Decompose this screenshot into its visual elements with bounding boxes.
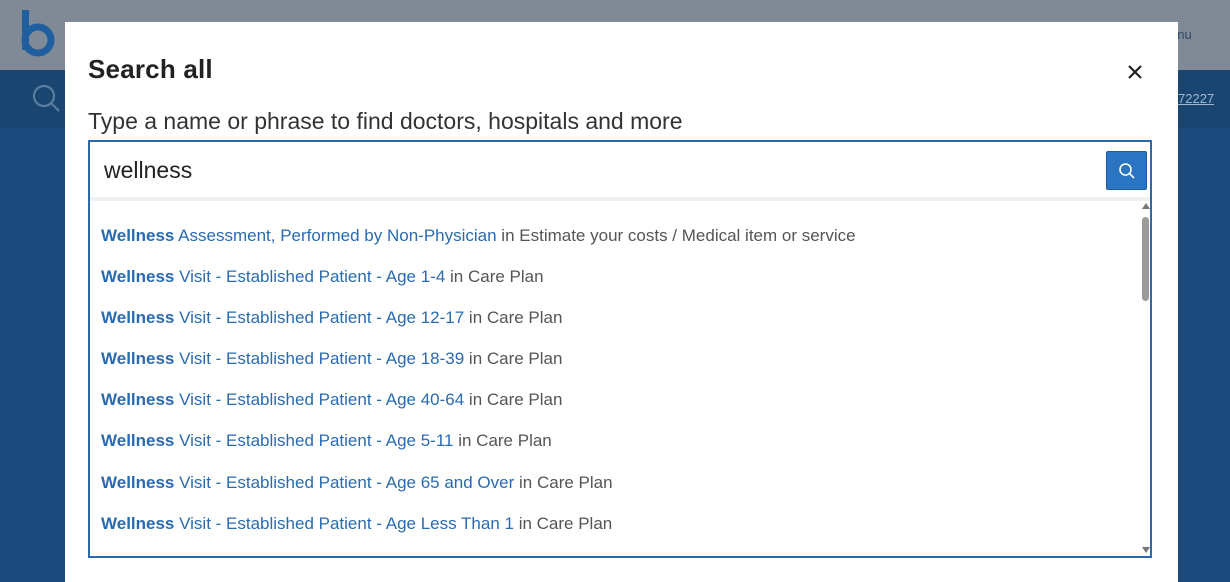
search-icon[interactable] (30, 82, 62, 114)
result-title: Visit - Established Patient - Age 12-17 (174, 308, 465, 327)
search-button[interactable] (1106, 151, 1147, 190)
results-scrollbar[interactable] (1140, 201, 1152, 556)
result-item[interactable]: Wellness Visit - Established Patient - A… (101, 510, 612, 538)
result-context: in Care Plan (464, 390, 563, 409)
result-item[interactable]: Wellness Visit - Established Patient - A… (101, 386, 562, 414)
result-context: in Care Plan (464, 349, 563, 368)
search-combobox: Wellness Assessment, Performed by Non-Ph… (88, 140, 1152, 558)
result-title: Visit - Established Patient - Age Less T… (174, 514, 514, 533)
modal-title: Search all (88, 54, 213, 84)
scroll-down-arrow-icon[interactable] (1142, 547, 1150, 553)
result-match: Wellness (101, 390, 175, 409)
result-title: Visit - Established Patient - Age 1-4 (174, 267, 446, 286)
result-title: Visit - Established Patient - Age 5-11 (174, 431, 454, 450)
result-item[interactable]: Wellness Visit - Established Patient - A… (101, 427, 552, 455)
result-title: Assessment, Performed by Non-Physician (174, 226, 497, 245)
result-title: Visit - Established Patient - Age 65 and… (174, 473, 515, 492)
result-context: in Care Plan (445, 267, 544, 286)
result-title: Visit - Established Patient - Age 40-64 (174, 390, 465, 409)
result-title: Visit - Established Patient - Age 18-39 (174, 349, 465, 368)
result-item[interactable]: Wellness Visit - Established Patient - A… (101, 345, 562, 373)
result-item[interactable]: Wellness Assessment, Performed by Non-Ph… (101, 222, 856, 250)
result-context: in Care Plan (513, 514, 613, 533)
result-context: in Care Plan (453, 431, 552, 450)
result-context: in Care Plan (464, 308, 563, 327)
result-context: in Care Plan (514, 473, 613, 492)
search-modal: Search all Type a name or phrase to find… (65, 22, 1178, 582)
scroll-thumb[interactable] (1142, 217, 1149, 301)
result-match: Wellness (101, 514, 175, 533)
modal-subtitle: Type a name or phrase to find doctors, h… (88, 108, 683, 134)
close-icon (1128, 65, 1142, 79)
phone-link[interactable]: 72227 (1178, 91, 1214, 106)
search-input[interactable] (90, 142, 1100, 198)
result-match: Wellness (101, 308, 175, 327)
scroll-up-arrow-icon[interactable] (1142, 203, 1150, 209)
result-match: Wellness (101, 226, 175, 245)
result-match: Wellness (101, 349, 175, 368)
result-match: Wellness (101, 431, 175, 450)
result-context: in Estimate your costs / Medical item or… (496, 226, 856, 245)
results-list: Wellness Assessment, Performed by Non-Ph… (90, 201, 1138, 556)
search-icon (1118, 162, 1135, 179)
result-item[interactable]: Wellness Visit - Established Patient - A… (101, 469, 613, 497)
result-item[interactable]: Wellness Visit - Established Patient - A… (101, 263, 544, 291)
result-item[interactable]: Wellness Visit - Established Patient - A… (101, 304, 562, 332)
logo-icon[interactable] (18, 8, 58, 60)
result-match: Wellness (101, 473, 175, 492)
close-button[interactable] (1123, 60, 1147, 84)
result-match: Wellness (101, 267, 175, 286)
